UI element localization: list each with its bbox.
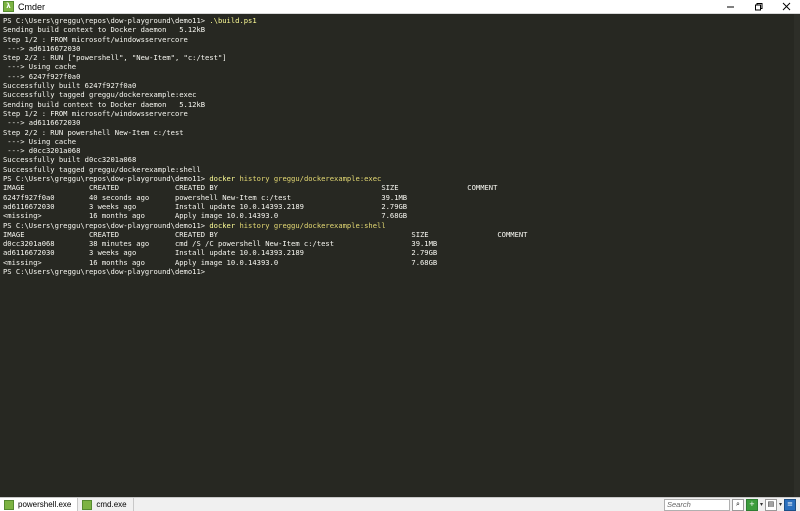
output-line: Successfully built 6247f927f0a0 (3, 81, 137, 91)
tab-label: cmd.exe (96, 500, 127, 509)
prompt-path: PS C:\Users\greggu\repos\dow-playground\… (3, 220, 210, 230)
output-line: Sending build context to Docker daemon 5… (3, 25, 206, 35)
tab-cmd[interactable]: cmd.exe (78, 498, 134, 511)
prompt-path: PS C:\Users\greggu\repos\dow-playground\… (3, 174, 210, 184)
minimize-button[interactable] (716, 0, 744, 13)
tab-powershell[interactable]: powershell.exe (0, 498, 79, 511)
close-icon (782, 2, 790, 11)
output-line: Step 1/2 : FROM microsoft/windowsserverc… (3, 34, 188, 44)
output-line: Step 2/2 : RUN powershell New-Item c:/te… (3, 127, 184, 137)
console-tab-icon (82, 499, 93, 510)
output-line: ---> ad6116672030 (3, 118, 81, 128)
vertical-scrollbar[interactable] (794, 14, 800, 497)
window-controls (716, 0, 800, 13)
tab-label: powershell.exe (18, 500, 72, 509)
output-line: <missing> 16 months ago Apply image 10.0… (3, 257, 438, 267)
split-icon[interactable]: ▤ (764, 498, 777, 511)
command-args: history greggu/dockerexample:exec (235, 174, 382, 184)
dropdown-arrow-icon[interactable]: ▾ (760, 501, 763, 508)
terminal-output[interactable]: PS C:\Users\greggu\repos\dow-playground\… (3, 16, 527, 276)
close-button[interactable] (772, 0, 800, 13)
output-line: Sending build context to Docker daemon 5… (3, 99, 206, 109)
output-line: d0cc3201a068 38 minutes ago cmd /S /C po… (3, 239, 438, 249)
title-bar: λ Cmder (0, 0, 800, 14)
output-line: ---> Using cache (3, 62, 77, 72)
dropdown-arrow-icon[interactable]: ▾ (779, 501, 782, 508)
command-args: history greggu/dockerexample:shell (235, 220, 386, 230)
status-bar: powershell.exe cmd.exe Search ⌕ + ▾ ▤ ▾ … (0, 497, 800, 511)
output-line: ad6116672030 3 weeks ago Install update … (3, 201, 408, 211)
search-input[interactable]: Search (664, 499, 730, 511)
window-title: Cmder (18, 1, 46, 12)
output-line: ---> d0cc3201a068 (3, 146, 81, 156)
output-line: Successfully built d0cc3201a068 (3, 155, 137, 165)
prompt-line: PS C:\Users\greggu\repos\dow-playground\… (3, 174, 527, 183)
output-line: Successfully tagged greggu/dockerexample… (3, 90, 197, 100)
cmder-lambda-icon: λ (3, 1, 14, 12)
output-line: ---> ad6116672030 (3, 43, 81, 53)
prompt-path: PS C:\Users\greggu\repos\dow-playground\… (3, 267, 210, 277)
output-line: ---> Using cache (3, 136, 77, 146)
minimize-icon (726, 6, 734, 8)
output-line: Step 1/2 : FROM microsoft/windowsserverc… (3, 108, 188, 118)
output-line: ---> 6247f927f0a0 (3, 71, 81, 81)
output-line: IMAGE CREATED CREATED BY SIZE COMMENT (3, 183, 498, 193)
command-text: .\build.ps1 (209, 16, 257, 25)
add-console-icon[interactable]: + (745, 498, 758, 511)
settings-icon[interactable]: ≡ (784, 498, 796, 511)
toolbar-tray: ⌕ + ▾ ▤ ▾ ≡ (731, 498, 796, 511)
console-tab-icon (4, 499, 14, 510)
terminal-pane[interactable]: PS C:\Users\greggu\repos\dow-playground\… (0, 14, 800, 497)
output-line: Step 2/2 : RUN ["powershell", "New-Item"… (3, 53, 227, 63)
output-line: <missing> 16 months ago Apply image 10.0… (3, 211, 408, 221)
restore-icon (754, 3, 762, 11)
prompt-path: PS C:\Users\greggu\repos\dow-playground\… (3, 16, 210, 25)
output-line: ad6116672030 3 weeks ago Install update … (3, 248, 438, 258)
prompt-line: PS C:\Users\greggu\repos\dow-playground\… (3, 221, 527, 230)
output-line: Successfully tagged greggu/dockerexample… (3, 164, 201, 174)
prompt-line: PS C:\Users\greggu\repos\dow-playground\… (3, 267, 527, 276)
prompt-line: PS C:\Users\greggu\repos\dow-playground\… (3, 16, 527, 25)
output-line: IMAGE CREATED CREATED BY SIZE COMMENT (3, 229, 528, 239)
output-line: 6247f927f0a0 40 seconds ago powershell N… (3, 192, 408, 202)
restore-button[interactable] (744, 0, 772, 13)
command-text: docker (209, 174, 236, 184)
command-text: docker (209, 220, 236, 230)
search-icon[interactable]: ⌕ (731, 498, 744, 511)
